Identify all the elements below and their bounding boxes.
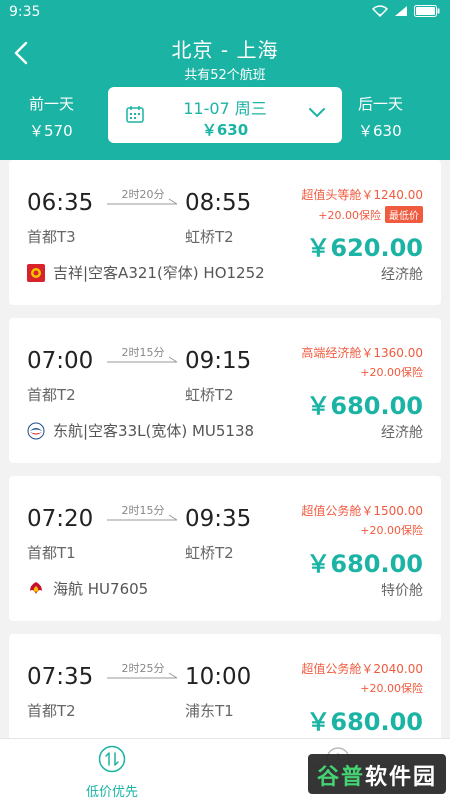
arrival-airport: 虹桥T2 [185,386,234,404]
cabin-offer: 超值公务舱￥1500.00 [301,504,423,518]
next-day-button[interactable]: 后一天 ￥630 [358,93,403,141]
insurance-label: +20.00保险 [360,366,423,379]
arrival-time: 10:00 [185,664,252,690]
flight-price: ￥680.00 [306,550,423,578]
arrow-right-icon [107,672,178,679]
flight-price: ￥620.00 [306,234,423,262]
selected-date: 11-07 周三 [183,99,267,118]
departure-airport: 首都T3 [27,228,76,246]
sort-low-price-button[interactable]: 低价优先 [72,745,152,800]
departure-time: 07:20 [27,506,94,532]
cabin-offer: 超值公务舱￥2040.00 [301,662,423,676]
flight-list: 06:35 2时20分 08:55 首都T3 虹桥T2 吉祥|空客A321(窄体… [0,160,450,738]
watermark-text-b: 软件园 [365,765,438,790]
departure-time: 06:35 [27,190,94,216]
insurance-info: +20.00保险 [360,522,423,538]
airline-label: 海航 HU7605 [53,580,149,598]
airline-info: 东航|空客33L(宽体) MU5138 [27,420,254,441]
page-title: 北京 - 上海 [171,38,279,62]
departure-airport: 首都T2 [27,702,76,720]
signal-icon [395,6,407,16]
sort-icon [98,745,126,773]
flight-card[interactable]: 07:35 2时25分 10:00 首都T2 浦东T1 超值公务舱￥2040.0… [9,634,441,738]
next-day-label: 后一天 [358,95,404,113]
departure-time: 07:00 [27,348,94,374]
chevron-down-icon [309,108,325,118]
date-selector[interactable]: 11-07 周三 ￥630 [108,87,342,143]
wifi-icon [372,5,388,17]
departure-time: 07:35 [27,664,94,690]
cabin-offer: 高端经济舱￥1360.00 [301,346,423,360]
insurance-label: +20.00保险 [360,524,423,537]
arrow-right-icon [107,514,178,521]
departure-airport: 首都T2 [27,386,76,404]
arrow-right-icon [107,198,178,205]
header: 9:35 北京 - 上海 共有52个航班 前一天 ￥570 11-07 周三 ￥… [0,0,450,160]
insurance-label: +20.00保险 [360,682,423,695]
departure-airport: 首都T1 [27,544,76,562]
flight-card[interactable]: 07:00 2时15分 09:15 首都T2 虹桥T2 东航|空客33L(宽体)… [9,318,441,463]
airline-label: 吉祥|空客A321(窄体) HO1252 [53,264,265,282]
insurance-info: +20.00保险 [360,364,423,380]
arrival-time: 08:55 [185,190,252,216]
selected-date-price: ￥630 [201,121,249,139]
hainan-airlines-logo-icon [30,581,42,594]
insurance-info: +20.00保险 最低价 [318,206,423,223]
lowest-price-badge: 最低价 [385,206,423,223]
arrow-right-icon [107,356,178,363]
watermark-text-a: 谷普 [316,765,365,790]
status-icons [372,5,440,17]
arrival-time: 09:35 [185,506,252,532]
arrival-airport: 虹桥T2 [185,544,234,562]
arrival-airport: 虹桥T2 [185,228,234,246]
battery-icon [414,5,440,17]
insurance-label: +20.00保险 [318,208,381,222]
status-bar: 9:35 [0,0,450,26]
cabin-offer: 超值头等舱￥1240.00 [301,188,423,202]
arrival-time: 09:15 [185,348,252,374]
china-eastern-logo-icon [27,422,45,439]
flight-card[interactable]: 07:20 2时15分 09:35 首都T1 虹桥T2 海航 HU7605 超值… [9,476,441,621]
airline-info: 海航 HU7605 [27,578,148,599]
airline-info: 吉祥|空客A321(窄体) HO1252 [27,262,265,283]
juneyao-logo-icon [27,263,45,282]
next-day-price: ￥630 [358,122,402,140]
status-time: 9:35 [9,4,41,20]
prev-day-label: 前一天 [29,95,75,113]
flight-count: 共有52个航班 [184,68,266,83]
sort-label: 低价优先 [85,785,138,800]
cabin-class: 经济舱 [381,425,423,441]
site-watermark: 谷普软件园 [308,754,446,794]
flight-price: ￥680.00 [306,708,423,736]
airline-label: 东航|空客33L(宽体) MU5138 [53,422,255,440]
cabin-class: 经济舱 [381,267,423,283]
arrival-airport: 浦东T1 [185,702,234,720]
flight-card[interactable]: 06:35 2时20分 08:55 首都T3 虹桥T2 吉祥|空客A321(窄体… [9,160,441,305]
cabin-class: 特价舱 [381,583,423,599]
insurance-info: +20.00保险 [360,680,423,696]
prev-day-button[interactable]: 前一天 ￥570 [29,93,74,141]
flight-price: ￥680.00 [306,392,423,420]
prev-day-price: ￥570 [29,122,73,140]
